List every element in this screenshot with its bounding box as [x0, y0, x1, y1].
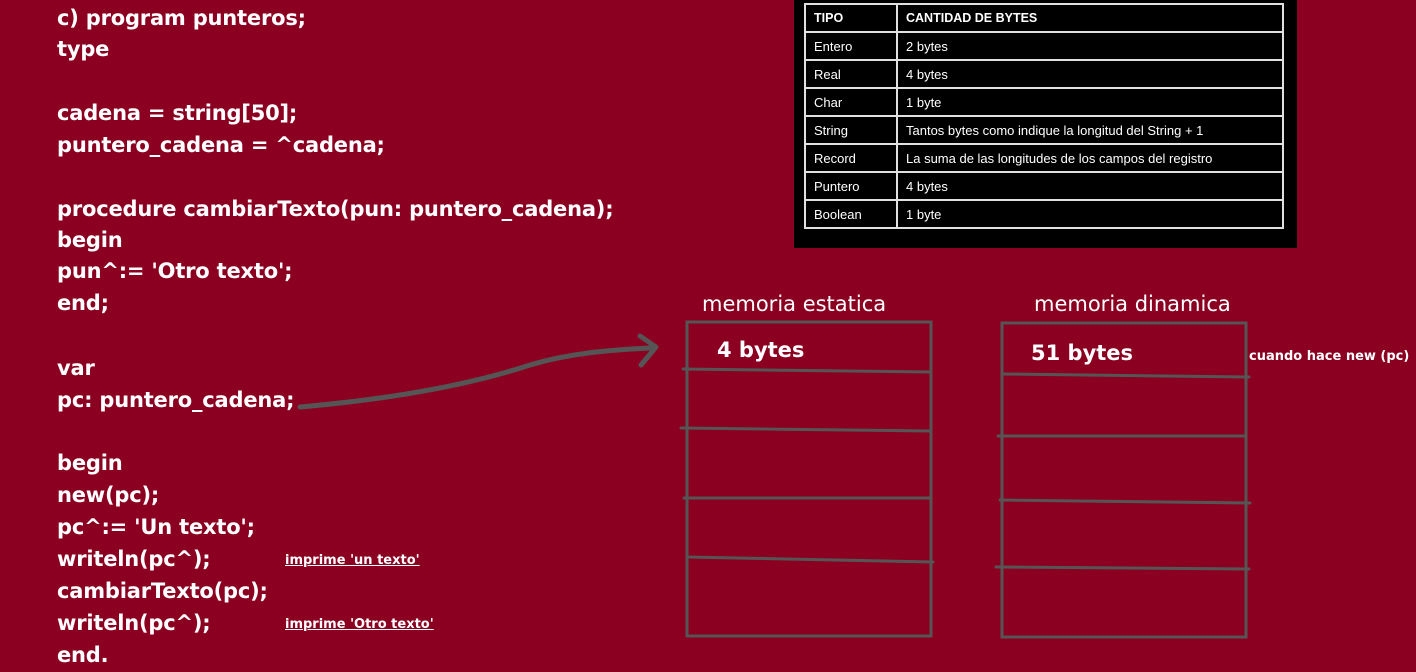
- dynamic-memory-divider: [998, 498, 1252, 505]
- memory-diagram: [297, 320, 1252, 639]
- static-memory-divider: [679, 426, 933, 433]
- dynamic-memory-note: cuando hace new (pc): [1249, 349, 1410, 364]
- dynamic-memory-divider: [1000, 372, 1251, 379]
- dynamic-memory-box: [1000, 321, 1248, 639]
- pointer-arrow: [297, 333, 659, 410]
- static-memory-title: memoria estatica: [702, 292, 887, 316]
- dynamic-memory-string-size: 51 bytes: [1031, 341, 1134, 365]
- static-memory-divider: [685, 555, 935, 564]
- dynamic-memory-title: memoria dinamica: [1034, 292, 1231, 316]
- dynamic-memory-divider: [994, 565, 1251, 571]
- pointer-arrow-shaft: [297, 345, 653, 410]
- static-memory-divider: [681, 367, 933, 374]
- static-memory-pointer-size: 4 bytes: [717, 338, 805, 362]
